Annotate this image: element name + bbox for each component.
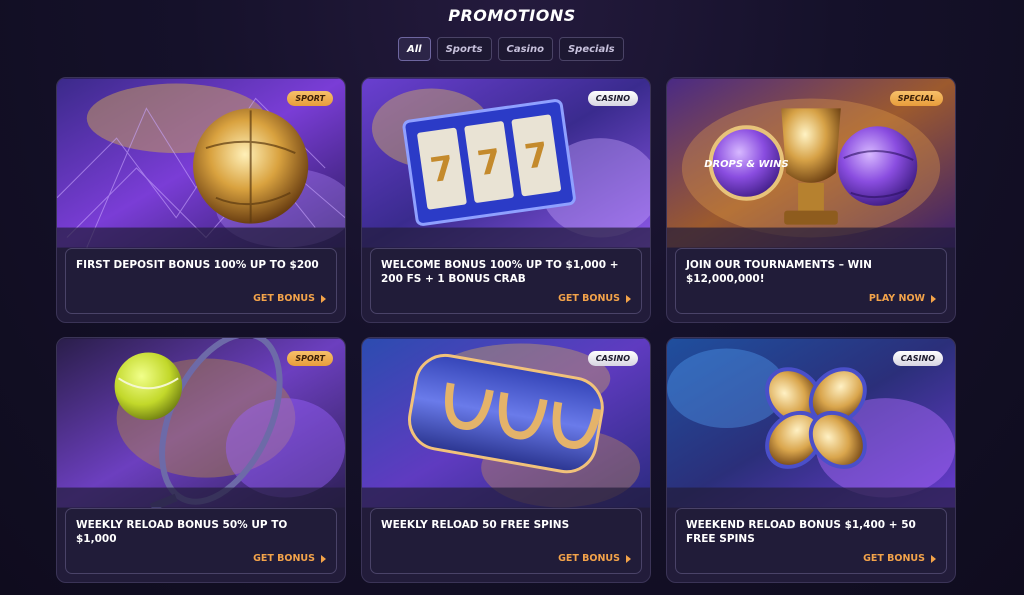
category-badge: CASINO [587,91,638,106]
cta-label: GET BONUS [558,293,620,304]
category-badge: SPECIAL [889,91,943,106]
promo-title: WEEKEND RELOAD BONUS $1,400 + 50 FREE SP… [686,519,916,545]
promo-card[interactable]: CASINO WEEKEND RELOAD BONUS $1,400 + 50 … [666,337,956,583]
tab-sports[interactable]: Sports [436,37,492,61]
play-arrow-icon [931,554,936,563]
tab-casino[interactable]: Casino [497,37,553,61]
promo-card[interactable]: 7 7 7 CASINO WELCOME BONUS 100% UP TO $1… [361,77,651,323]
promo-grid: SPORT FIRST DEPOSIT BONUS 100% UP TO $20… [56,77,956,583]
promo-card[interactable]: SPORT WEEKLY RELOAD BONUS 50% UP TO $1,0… [56,337,346,583]
play-arrow-icon [321,294,326,303]
play-arrow-icon [626,294,631,303]
category-badge: CASINO [892,351,943,366]
play-arrow-icon [626,554,631,563]
page-title: PROMOTIONS [448,6,576,25]
promo-info-panel: FIRST DEPOSIT BONUS 100% UP TO $200 GET … [65,248,337,314]
cta-label: GET BONUS [253,293,315,304]
promo-info-panel: JOIN OUR TOURNAMENTS – WIN $12,000,000! … [675,248,947,314]
promo-title: WELCOME BONUS 100% UP TO $1,000 + 200 FS… [381,259,619,285]
get-bonus-link[interactable]: GET BONUS [558,293,631,304]
get-bonus-link[interactable]: GET BONUS [558,553,631,564]
promo-filter-tabs: All Sports Casino Specials [398,37,624,61]
promo-info-panel: WELCOME BONUS 100% UP TO $1,000 + 200 FS… [370,248,642,314]
promo-title: WEEKLY RELOAD 50 FREE SPINS [381,519,570,531]
play-arrow-icon [931,294,936,303]
promo-info-panel: WEEKEND RELOAD BONUS $1,400 + 50 FREE SP… [675,508,947,574]
drops-wins-logo-text: DROPS & WINS [704,159,788,170]
promo-info-panel: WEEKLY RELOAD BONUS 50% UP TO $1,000 GET… [65,508,337,574]
category-badge: SPORT [287,351,333,366]
promo-card[interactable]: CASINO WEEKLY RELOAD 50 FREE SPINS GET B… [361,337,651,583]
tab-specials[interactable]: Specials [558,37,624,61]
cta-label: GET BONUS [863,553,925,564]
get-bonus-link[interactable]: GET BONUS [863,553,936,564]
tab-all[interactable]: All [398,37,431,61]
cta-label: GET BONUS [253,553,315,564]
promo-title: JOIN OUR TOURNAMENTS – WIN $12,000,000! [686,259,872,285]
cta-label: GET BONUS [558,553,620,564]
get-bonus-link[interactable]: GET BONUS [253,553,326,564]
promo-info-panel: WEEKLY RELOAD 50 FREE SPINS GET BONUS [370,508,642,574]
cta-label: PLAY NOW [868,293,925,304]
play-arrow-icon [321,554,326,563]
promo-title: FIRST DEPOSIT BONUS 100% UP TO $200 [76,259,319,271]
promo-title: WEEKLY RELOAD BONUS 50% UP TO $1,000 [76,519,288,545]
category-badge: CASINO [587,351,638,366]
promo-card[interactable]: SPORT FIRST DEPOSIT BONUS 100% UP TO $20… [56,77,346,323]
category-badge: SPORT [287,91,333,106]
get-bonus-link[interactable]: GET BONUS [253,293,326,304]
promo-card[interactable]: DROPS & WINS SPECIAL JOIN OUR TOURNAMENT… [666,77,956,323]
play-now-link[interactable]: PLAY NOW [869,293,936,304]
